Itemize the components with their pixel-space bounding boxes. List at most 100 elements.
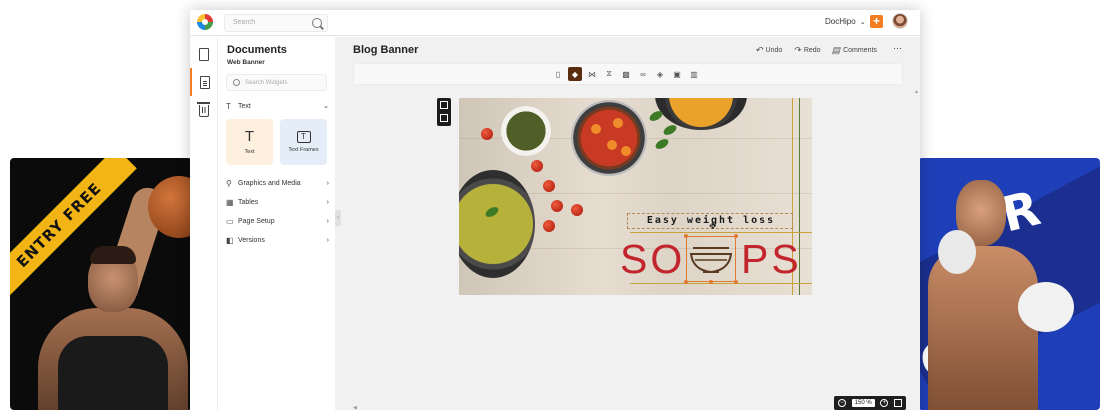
panel-collapse-handle[interactable]: ‹: [335, 210, 341, 226]
comments-button[interactable]: ▤ Comments: [832, 45, 877, 56]
cherry-tomato: [531, 160, 543, 172]
avatar[interactable]: [892, 13, 908, 29]
link-icon[interactable]: ∞: [636, 67, 650, 81]
fill-color-icon[interactable]: ◆: [568, 67, 582, 81]
global-search-placeholder: Search: [233, 19, 256, 26]
widget-search-icon: [233, 79, 240, 86]
flip-horizontal-icon[interactable]: ⋈: [585, 67, 599, 81]
chevron-right-icon: ›: [326, 179, 329, 187]
flip-vertical-icon[interactable]: ⧖: [602, 67, 616, 81]
tile-label: Text Frames: [288, 147, 319, 153]
brand-menu[interactable]: DocHipo ⌄: [825, 17, 866, 26]
banner-title-part-1[interactable]: SO: [620, 238, 685, 280]
document-icon: [199, 47, 209, 61]
move-cursor-icon: ✥: [709, 221, 717, 231]
text-widget-tile[interactable]: T Text: [226, 119, 273, 165]
design-canvas[interactable]: Easy weight loss SO PS ✥: [459, 98, 812, 295]
delete-icon[interactable]: ▥: [687, 67, 701, 81]
cherry-tomato: [571, 204, 583, 216]
redo-label: Redo: [803, 47, 821, 54]
boxing-glove-left: [938, 230, 976, 274]
resize-handle[interactable]: [734, 234, 738, 238]
brand-menu-label: DocHipo: [825, 17, 856, 26]
boxing-poster: ER CH: [918, 158, 1100, 410]
layers-icon[interactable]: ◈: [653, 67, 667, 81]
resize-handle[interactable]: [684, 234, 688, 238]
undo-icon: ↶: [755, 45, 763, 55]
undo-label: Undo: [765, 47, 783, 54]
zoom-out-icon[interactable]: −: [838, 399, 846, 407]
widget-search-placeholder: Search Widgets: [245, 80, 288, 86]
grid-add-icon[interactable]: [440, 101, 448, 109]
resize-handle[interactable]: [709, 280, 713, 284]
section-page-setup[interactable]: ▭ Page Setup ›: [226, 214, 329, 228]
cilantro-leaf: [647, 109, 665, 123]
editor-actions: ↶ Undo ↷ Redo ▤ Comments: [755, 45, 888, 56]
section-label: Tables: [238, 198, 259, 206]
section-text[interactable]: T Text ⌄: [226, 99, 329, 113]
table-icon: ▦: [226, 197, 234, 207]
banner-title-part-2[interactable]: PS: [741, 238, 802, 280]
chevron-right-icon: ›: [326, 198, 329, 206]
cherry-tomato: [543, 220, 555, 232]
document-title[interactable]: Blog Banner: [353, 44, 418, 56]
transparency-icon[interactable]: ▩: [619, 67, 633, 81]
cilantro-leaf: [653, 137, 671, 151]
clipboard-icon[interactable]: ▯: [551, 67, 565, 81]
section-label: Text: [238, 102, 251, 110]
versions-icon: ◧: [226, 235, 234, 245]
chevron-down-icon: ⌄: [323, 103, 329, 110]
section-tables[interactable]: ▦ Tables ›: [226, 195, 329, 209]
document-lines-icon: [200, 75, 210, 89]
top-bar: Search DocHipo ⌄ +: [190, 10, 920, 36]
comment-icon: ▤: [831, 45, 841, 55]
widgets-panel: Documents Web Banner Search Widgets T Te…: [218, 37, 335, 410]
canvas-mini-toolbar: [437, 98, 451, 126]
scroll-up-arrow-icon[interactable]: ▲: [914, 89, 919, 95]
text-frame-icon: T: [296, 131, 311, 143]
stage: ENTRY FREE ER CH Search DocHipo ⌄ +: [0, 0, 1110, 410]
chevron-right-icon: ›: [326, 236, 329, 244]
comments-label: Comments: [843, 47, 877, 54]
player-hair: [90, 246, 136, 264]
search-icon[interactable]: [312, 18, 322, 28]
editor-window: Search DocHipo ⌄ + Documents Web Banner …: [190, 10, 920, 410]
lock-icon[interactable]: ▣: [670, 67, 684, 81]
text-frames-widget-tile[interactable]: T Text Frames: [280, 119, 327, 165]
scroll-left-arrow-icon[interactable]: ◀: [353, 405, 357, 410]
chevron-right-icon: ›: [326, 217, 329, 225]
section-graphics-media[interactable]: ⚲ Graphics and Media ›: [226, 176, 329, 190]
redo-icon: ↷: [793, 45, 801, 55]
cherry-tomato: [543, 180, 555, 192]
undo-button[interactable]: ↶ Undo: [755, 45, 782, 56]
chevron-down-icon: ⌄: [859, 19, 866, 26]
zoom-level[interactable]: 150 %: [851, 399, 875, 407]
app-logo-icon[interactable]: [197, 14, 213, 30]
left-rail: [190, 37, 218, 410]
rail-trash-button[interactable]: [190, 96, 218, 124]
green-soup-bowl: [459, 170, 535, 278]
redo-button[interactable]: ↷ Redo: [793, 45, 820, 56]
section-label: Versions: [238, 236, 265, 244]
more-options-icon[interactable]: ⋯: [893, 43, 902, 54]
fit-screen-icon[interactable]: [893, 399, 902, 407]
selection-box[interactable]: [686, 236, 736, 282]
boxer-body: [928, 246, 1038, 410]
page-add-icon[interactable]: [440, 114, 448, 122]
add-button[interactable]: +: [870, 15, 883, 28]
trash-icon: [197, 102, 210, 117]
resize-handle[interactable]: [734, 280, 738, 284]
text-glyph-icon: T: [244, 128, 255, 145]
resize-handle[interactable]: [684, 280, 688, 284]
panel-title: Documents: [227, 44, 287, 56]
carrot-slice: [591, 124, 601, 134]
zoom-in-icon[interactable]: +: [880, 399, 889, 407]
rail-document-button[interactable]: [190, 40, 218, 68]
rail-documents-button[interactable]: [190, 68, 218, 96]
panel-subtitle: Web Banner: [227, 59, 265, 66]
global-search-input[interactable]: Search: [224, 14, 328, 32]
widget-search-input[interactable]: Search Widgets: [226, 74, 327, 91]
section-versions[interactable]: ◧ Versions ›: [226, 233, 329, 247]
carrot-slice: [613, 118, 623, 128]
gold-rule-bottom: [630, 283, 812, 284]
